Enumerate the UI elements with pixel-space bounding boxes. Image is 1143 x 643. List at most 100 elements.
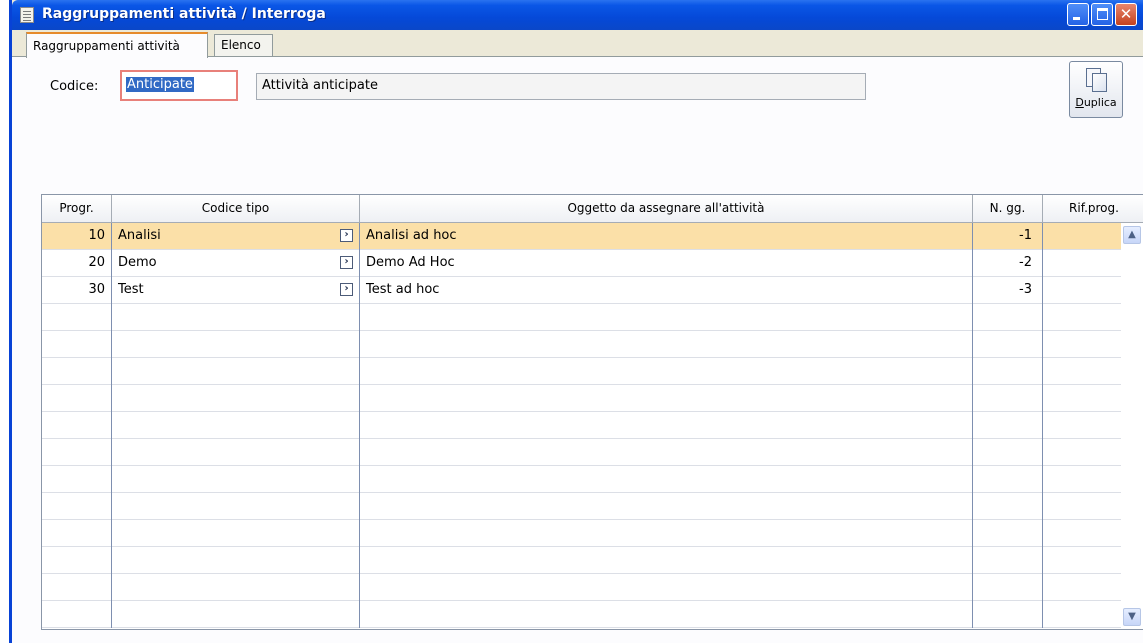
maximize-button[interactable] bbox=[1091, 3, 1113, 26]
empty-row[interactable] bbox=[42, 439, 1143, 466]
n-gg-cell[interactable] bbox=[973, 466, 1043, 493]
oggetto-cell[interactable] bbox=[360, 547, 973, 574]
codice-tipo-cell[interactable] bbox=[112, 601, 360, 628]
codice-tipo-cell[interactable] bbox=[112, 439, 360, 466]
n-gg-cell[interactable] bbox=[973, 412, 1043, 439]
n-gg-cell[interactable] bbox=[973, 574, 1043, 601]
rif-prog-cell[interactable] bbox=[1043, 439, 1123, 466]
descrizione-field[interactable]: Attività anticipate bbox=[256, 73, 866, 100]
column-header-progr[interactable]: Progr. bbox=[42, 195, 112, 222]
codice-tipo-cell[interactable] bbox=[112, 547, 360, 574]
progr-cell[interactable] bbox=[42, 601, 112, 628]
rif-prog-cell[interactable] bbox=[1043, 520, 1123, 547]
empty-row[interactable] bbox=[42, 412, 1143, 439]
progr-cell[interactable] bbox=[42, 466, 112, 493]
table-row[interactable]: 20 Demo › Demo Ad Hoc -2 bbox=[42, 250, 1143, 277]
oggetto-cell[interactable]: Test ad hoc bbox=[360, 277, 973, 304]
column-header-oggetto[interactable]: Oggetto da assegnare all'attività bbox=[360, 195, 973, 222]
zoom-arrow-icon[interactable]: › bbox=[340, 229, 353, 242]
column-header-n-gg[interactable]: N. gg. bbox=[973, 195, 1043, 222]
column-header-codice-tipo[interactable]: Codice tipo bbox=[112, 195, 360, 222]
empty-row[interactable] bbox=[42, 331, 1143, 358]
n-gg-cell[interactable] bbox=[973, 385, 1043, 412]
oggetto-cell[interactable]: Demo Ad Hoc bbox=[360, 250, 973, 277]
codice-tipo-cell[interactable] bbox=[112, 493, 360, 520]
progr-cell[interactable] bbox=[42, 439, 112, 466]
table-row[interactable]: 30 Test › Test ad hoc -3 bbox=[42, 277, 1143, 304]
duplica-button[interactable]: Duplica bbox=[1069, 61, 1123, 118]
progr-cell[interactable] bbox=[42, 493, 112, 520]
n-gg-cell[interactable] bbox=[973, 358, 1043, 385]
codice-tipo-cell[interactable]: Analisi › bbox=[112, 223, 360, 250]
oggetto-cell[interactable] bbox=[360, 304, 973, 331]
rif-prog-cell[interactable] bbox=[1043, 601, 1123, 628]
n-gg-cell[interactable] bbox=[973, 439, 1043, 466]
empty-row[interactable] bbox=[42, 385, 1143, 412]
n-gg-cell[interactable] bbox=[973, 493, 1043, 520]
n-gg-cell[interactable]: -1 bbox=[973, 223, 1043, 250]
oggetto-cell[interactable] bbox=[360, 439, 973, 466]
codice-input[interactable]: Anticipate bbox=[120, 70, 238, 101]
empty-row[interactable] bbox=[42, 304, 1143, 331]
zoom-arrow-icon[interactable]: › bbox=[340, 256, 353, 269]
n-gg-cell[interactable] bbox=[973, 304, 1043, 331]
codice-tipo-cell[interactable]: Test › bbox=[112, 277, 360, 304]
empty-row[interactable] bbox=[42, 466, 1143, 493]
progr-cell[interactable] bbox=[42, 304, 112, 331]
empty-row[interactable] bbox=[42, 574, 1143, 601]
n-gg-cell[interactable] bbox=[973, 601, 1043, 628]
codice-tipo-cell[interactable] bbox=[112, 574, 360, 601]
table-row[interactable]: 10 Analisi › Analisi ad hoc -1 bbox=[42, 223, 1143, 250]
rif-prog-cell[interactable] bbox=[1043, 493, 1123, 520]
progr-cell[interactable] bbox=[42, 331, 112, 358]
scroll-up-button[interactable]: ▲ bbox=[1123, 226, 1141, 244]
rif-prog-cell[interactable] bbox=[1043, 412, 1123, 439]
progr-cell[interactable] bbox=[42, 358, 112, 385]
minimize-button[interactable] bbox=[1067, 3, 1089, 26]
rif-prog-cell[interactable] bbox=[1043, 277, 1123, 304]
vertical-scrollbar[interactable]: ▲ ▼ bbox=[1121, 223, 1143, 629]
n-gg-cell[interactable] bbox=[973, 331, 1043, 358]
n-gg-cell[interactable]: -2 bbox=[973, 250, 1043, 277]
n-gg-cell[interactable] bbox=[973, 520, 1043, 547]
rif-prog-cell[interactable] bbox=[1043, 223, 1123, 250]
codice-tipo-cell[interactable] bbox=[112, 358, 360, 385]
progr-cell[interactable] bbox=[42, 412, 112, 439]
progr-cell[interactable]: 30 bbox=[42, 277, 112, 304]
progr-cell[interactable] bbox=[42, 385, 112, 412]
oggetto-cell[interactable] bbox=[360, 358, 973, 385]
title-bar[interactable]: Raggruppamenti attività / Interroga ✕ bbox=[12, 0, 1143, 30]
rif-prog-cell[interactable] bbox=[1043, 250, 1123, 277]
oggetto-cell[interactable] bbox=[360, 412, 973, 439]
n-gg-cell[interactable] bbox=[973, 547, 1043, 574]
empty-row[interactable] bbox=[42, 493, 1143, 520]
oggetto-cell[interactable] bbox=[360, 601, 973, 628]
empty-row[interactable] bbox=[42, 358, 1143, 385]
column-header-rif-prog[interactable]: Rif.prog. bbox=[1043, 195, 1143, 222]
oggetto-cell[interactable] bbox=[360, 331, 973, 358]
rif-prog-cell[interactable] bbox=[1043, 574, 1123, 601]
rif-prog-cell[interactable] bbox=[1043, 331, 1123, 358]
progr-cell[interactable] bbox=[42, 547, 112, 574]
progr-cell[interactable] bbox=[42, 520, 112, 547]
close-button[interactable]: ✕ bbox=[1115, 3, 1137, 26]
progr-cell[interactable] bbox=[42, 574, 112, 601]
codice-tipo-cell[interactable] bbox=[112, 304, 360, 331]
empty-row[interactable] bbox=[42, 520, 1143, 547]
codice-tipo-cell[interactable] bbox=[112, 412, 360, 439]
codice-tipo-cell[interactable] bbox=[112, 466, 360, 493]
rif-prog-cell[interactable] bbox=[1043, 547, 1123, 574]
oggetto-cell[interactable] bbox=[360, 520, 973, 547]
oggetto-cell[interactable]: Analisi ad hoc bbox=[360, 223, 973, 250]
empty-row[interactable] bbox=[42, 601, 1143, 628]
scroll-down-button[interactable]: ▼ bbox=[1123, 608, 1141, 626]
zoom-arrow-icon[interactable]: › bbox=[340, 283, 353, 296]
tab-raggruppamenti-attivita[interactable]: Raggruppamenti attività bbox=[26, 32, 208, 58]
oggetto-cell[interactable] bbox=[360, 493, 973, 520]
codice-tipo-cell[interactable] bbox=[112, 331, 360, 358]
codice-tipo-cell[interactable]: Demo › bbox=[112, 250, 360, 277]
codice-tipo-cell[interactable] bbox=[112, 520, 360, 547]
progr-cell[interactable]: 20 bbox=[42, 250, 112, 277]
oggetto-cell[interactable] bbox=[360, 466, 973, 493]
tab-elenco[interactable]: Elenco bbox=[214, 34, 273, 56]
